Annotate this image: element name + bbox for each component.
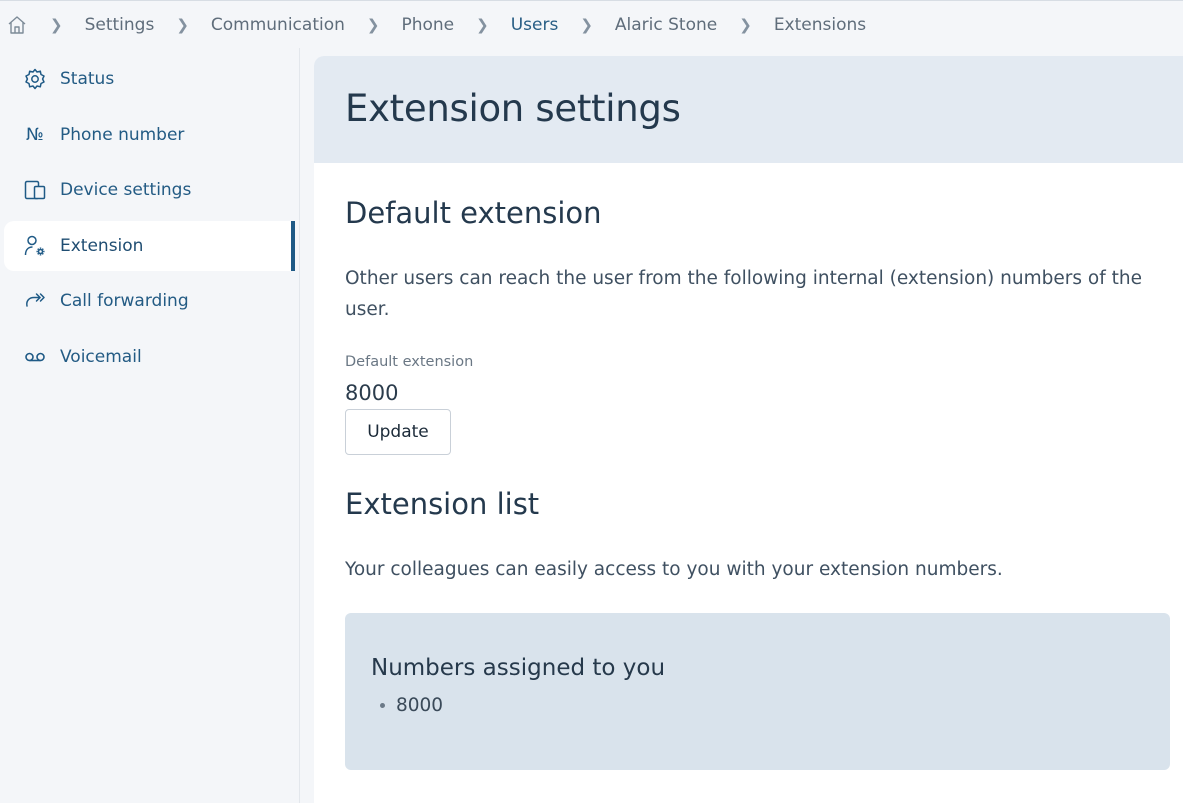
sidebar-item-label: Device settings (60, 180, 192, 200)
sidebar-item-voicemail[interactable]: Voicemail (4, 332, 295, 382)
sidebar-item-label: Extension (60, 235, 144, 256)
sidebar-item-label: Call forwarding (60, 291, 189, 311)
gear-icon (22, 66, 48, 92)
breadcrumb-communication[interactable]: Communication (211, 15, 345, 35)
chevron-right-icon: ❯ (739, 15, 752, 34)
sidebar-item-extension[interactable]: Extension (4, 220, 295, 271)
home-icon[interactable] (6, 14, 28, 36)
breadcrumb-user[interactable]: Alaric Stone (615, 15, 717, 35)
sidebar-item-phone-number[interactable]: № Phone number (4, 110, 295, 160)
sidebar: Status № Phone number Device settings Ex… (0, 48, 300, 803)
breadcrumb-phone[interactable]: Phone (401, 15, 454, 35)
numero-icon: № (26, 124, 44, 145)
page-header: Extension settings (314, 56, 1183, 163)
update-button[interactable]: Update (345, 409, 451, 455)
breadcrumb-current: Extensions (773, 14, 867, 35)
chevron-right-icon: ❯ (476, 15, 489, 34)
sidebar-item-label: Status (60, 69, 115, 89)
sidebar-item-device-settings[interactable]: Device settings (4, 165, 295, 215)
sidebar-item-call-forwarding[interactable]: Call forwarding (4, 276, 295, 326)
extension-list-description: Your colleagues can easily access to you… (345, 559, 1003, 580)
page-title: Extension settings (345, 87, 681, 130)
assigned-numbers-title: Numbers assigned to you (371, 655, 666, 681)
extension-list-title: Extension list (345, 487, 540, 521)
breadcrumb-users[interactable]: Users (511, 15, 559, 35)
chevron-right-icon: ❯ (50, 15, 63, 34)
list-item: 8000 (380, 695, 1170, 716)
default-extension-label: Default extension (345, 354, 474, 370)
devices-icon (22, 177, 48, 203)
chevron-right-icon: ❯ (176, 15, 189, 34)
breadcrumb-settings[interactable]: Settings (85, 15, 155, 35)
call-forward-icon (22, 288, 48, 314)
bullet-icon (380, 703, 385, 708)
default-extension-value: 8000 (345, 381, 399, 405)
default-extension-title: Default extension (345, 196, 602, 230)
breadcrumb: ❯ Settings ❯ Communication ❯ Phone ❯ Use… (0, 0, 1183, 48)
chevron-right-icon: ❯ (580, 15, 593, 34)
user-settings-icon (22, 233, 48, 259)
main-panel: Extension settings Default extension Oth… (314, 56, 1183, 803)
sidebar-item-label: Phone number (60, 124, 185, 145)
sidebar-item-label: Voicemail (60, 346, 142, 367)
voicemail-icon (22, 344, 48, 370)
assigned-numbers-list: 8000 (371, 695, 1170, 716)
chevron-right-icon: ❯ (366, 15, 380, 34)
extension-number: 8000 (396, 695, 444, 716)
assigned-numbers-panel: Numbers assigned to you 8000 (345, 613, 1170, 770)
default-extension-description: Other users can reach the user from the … (345, 268, 1142, 320)
content: Default extension Other users can reach … (314, 196, 1183, 770)
sidebar-item-status[interactable]: Status (4, 54, 295, 104)
